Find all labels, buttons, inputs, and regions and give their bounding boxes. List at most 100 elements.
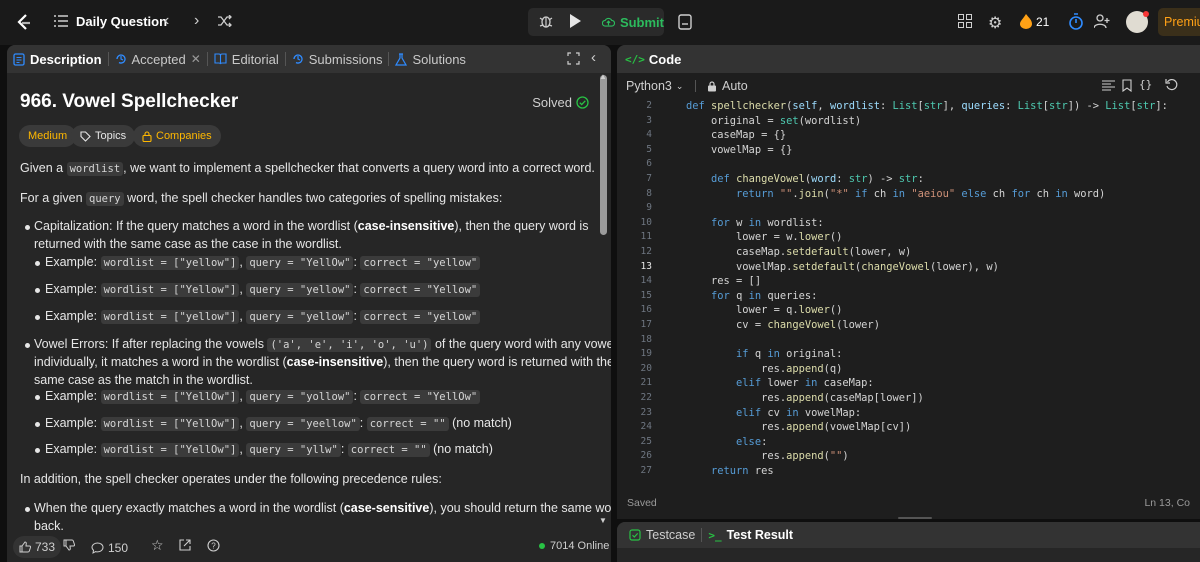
code-line[interactable]: 18	[617, 334, 1200, 349]
star-icon[interactable]: ☆	[151, 537, 164, 554]
tab-testcase[interactable]: Testcase	[617, 528, 695, 542]
chevron-left-icon[interactable]: ‹	[164, 12, 169, 30]
close-icon[interactable]: ✕	[191, 52, 201, 66]
code-text: lower = w.lower()	[686, 231, 843, 244]
code-line[interactable]: 27 return res	[617, 465, 1200, 480]
collapse-panel-icon[interactable]: ‹	[591, 49, 596, 66]
code-text: cv = changeVowel(lower)	[686, 319, 880, 331]
code-line[interactable]: 19 if q in original:	[617, 348, 1200, 363]
line-number: 5	[646, 143, 652, 155]
line-number: 17	[640, 319, 652, 330]
tab-test-result[interactable]: >_ Test Result	[708, 528, 793, 542]
list-indent-icon[interactable]	[1102, 80, 1115, 94]
streak-counter[interactable]: 21	[1020, 14, 1049, 29]
gear-icon[interactable]: ⚙	[988, 13, 1002, 33]
tab-testcase-label: Testcase	[646, 528, 696, 542]
auto-mode-toggle[interactable]: Auto	[707, 79, 748, 93]
daily-question-title[interactable]: Daily Question	[76, 14, 167, 29]
code-line[interactable]: 7 def changeVowel(word: str) -> str:	[617, 173, 1200, 188]
line-number: 7	[646, 173, 652, 184]
resize-handle[interactable]	[898, 517, 932, 519]
code-text: return res	[711, 465, 774, 477]
language-select[interactable]: Python3 ⌄	[626, 79, 683, 93]
play-icon[interactable]	[568, 13, 582, 29]
code-line[interactable]: 5 vowelMap = {}	[617, 144, 1200, 159]
add-user-icon[interactable]	[1094, 14, 1110, 29]
chevron-right-icon[interactable]: ›	[194, 12, 199, 30]
code-line[interactable]: 4 caseMap = {}	[617, 129, 1200, 144]
code-line[interactable]: 9	[617, 202, 1200, 217]
list-icon[interactable]	[54, 15, 68, 27]
code-text: vowelMap.setdefault(changeVowel(lower), …	[686, 260, 999, 273]
tab-description[interactable]: Description	[7, 45, 108, 73]
tab-accepted[interactable]: Accepted ✕	[109, 45, 207, 73]
code-line[interactable]: 17 cv = changeVowel(lower)	[617, 319, 1200, 334]
grid-icon[interactable]	[958, 14, 972, 28]
submit-button[interactable]: Submit	[594, 8, 664, 36]
code-line[interactable]: 12 caseMap.setdefault(lower, w)	[617, 246, 1200, 261]
example-6: Example: wordlist = ["YellOw"], query = …	[45, 442, 493, 457]
shuffle-icon[interactable]	[218, 15, 232, 27]
example-2: Example: wordlist = ["Yellow"], query = …	[45, 281, 481, 299]
solved-label: Solved	[532, 95, 572, 110]
tab-submissions[interactable]: Submissions	[286, 45, 389, 73]
code-line[interactable]: 24 res.append(vowelMap[cv])	[617, 421, 1200, 436]
topics-button[interactable]: Topics	[71, 125, 136, 147]
tab-submissions-label: Submissions	[308, 51, 383, 67]
code-line[interactable]: 8 return "".join("*" if ch in "aeiou" el…	[617, 188, 1200, 203]
companies-button[interactable]: Companies	[133, 125, 221, 147]
code-line[interactable]: 26 res.append("")	[617, 450, 1200, 465]
code-line[interactable]: 23 elif cv in vowelMap:	[617, 407, 1200, 422]
like-button[interactable]: 733	[13, 536, 62, 558]
code-line[interactable]: 2 def spellchecker(self, wordlist: List[s…	[617, 100, 1200, 115]
comments-button[interactable]: 150	[91, 537, 128, 559]
tag-icon	[80, 130, 91, 142]
tab-solutions[interactable]: Solutions	[389, 45, 471, 73]
code-line[interactable]: 25 else:	[617, 436, 1200, 451]
bug-icon[interactable]	[538, 13, 554, 29]
thumb-down-icon[interactable]	[63, 539, 76, 554]
code-panel: </> Code Python3 ⌄ Auto {} 2 def spellche…	[617, 45, 1200, 519]
reset-icon[interactable]	[1165, 78, 1178, 94]
code-text: caseMap.setdefault(lower, w)	[686, 246, 912, 258]
list-bullet	[35, 395, 40, 400]
tab-editorial[interactable]: Editorial	[208, 45, 285, 73]
tab-separator	[701, 528, 703, 542]
list-bullet	[25, 507, 30, 512]
scroll-down-arrow[interactable]: ▼	[599, 516, 607, 525]
code-line[interactable]: 22 res.append(caseMap[lower])	[617, 392, 1200, 407]
line-number: 8	[646, 187, 652, 199]
code-line[interactable]: 3 original = set(wordlist)	[617, 115, 1200, 130]
share-icon[interactable]	[179, 539, 191, 554]
code-text: res.append(q)	[686, 362, 843, 375]
code-line[interactable]: 13 vowelMap.setdefault(changeVowel(lower…	[617, 261, 1200, 276]
left-tabbar: Description Accepted ✕ Editorial Submiss…	[7, 45, 611, 73]
code-text: caseMap = {}	[686, 129, 787, 142]
submit-label: Submit	[619, 14, 664, 30]
braces-icon[interactable]: {}	[1139, 78, 1152, 91]
notification-dot	[1143, 11, 1149, 17]
code-line[interactable]: 20 res.append(q)	[617, 363, 1200, 378]
scroll-up-arrow[interactable]: ▲	[599, 72, 607, 81]
timer-icon[interactable]	[1068, 13, 1084, 30]
code-line[interactable]: 16 lower = q.lower()	[617, 304, 1200, 319]
list-bullet	[35, 315, 40, 320]
history-icon	[293, 54, 303, 64]
code-line[interactable]: 21 elif lower in caseMap:	[617, 377, 1200, 392]
logo-icon[interactable]	[14, 13, 34, 33]
help-icon[interactable]: ?	[207, 539, 220, 555]
line-number: 15	[640, 289, 652, 301]
code-line[interactable]: 15 for q in queries:	[617, 290, 1200, 305]
note-icon[interactable]	[678, 14, 692, 30]
description-paragraph-3: In addition, the spell checker operates …	[20, 472, 442, 486]
code-line[interactable]: 6	[617, 158, 1200, 173]
code-line[interactable]: 11 lower = w.lower()	[617, 231, 1200, 246]
expand-icon[interactable]	[567, 52, 580, 68]
bookmark-icon[interactable]	[1122, 79, 1132, 95]
code-line[interactable]: 10 for w in wordlist:	[617, 217, 1200, 232]
code-editor[interactable]: 2 def spellchecker(self, wordlist: List[s…	[617, 99, 1200, 489]
description-scrollbar[interactable]	[600, 75, 607, 235]
code-line[interactable]: 14 res = []	[617, 275, 1200, 290]
premium-button[interactable]: Premiu	[1158, 8, 1200, 36]
code-tab[interactable]: </> Code	[617, 52, 681, 67]
